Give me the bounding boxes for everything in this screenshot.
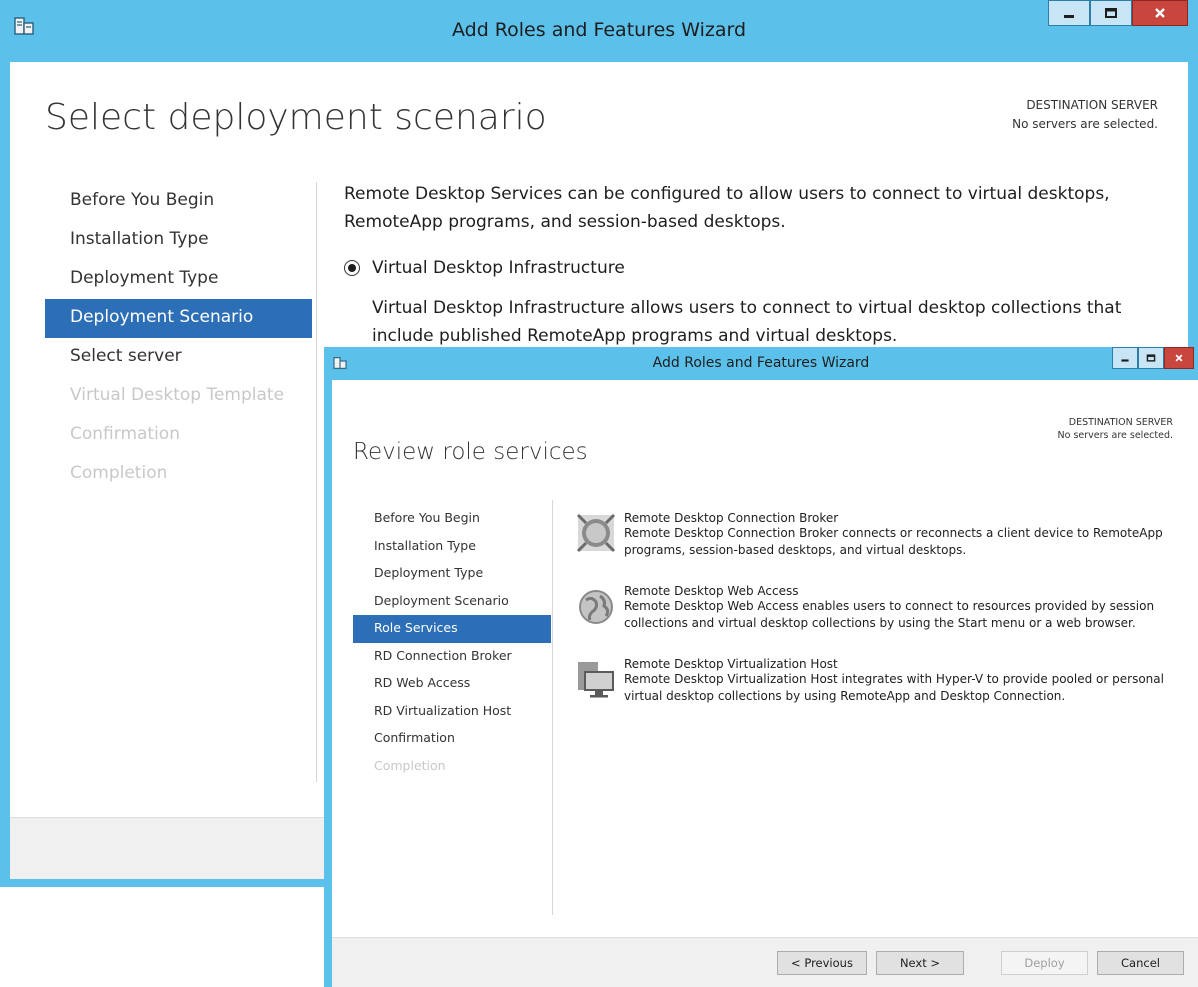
- role-description: Remote Desktop Connection Broker connect…: [624, 526, 1163, 557]
- role-connection-broker: Remote Desktop Connection Broker Remote …: [576, 511, 1196, 584]
- nav-item-rd-virtualization-host[interactable]: RD Virtualization Host: [353, 698, 551, 726]
- nav-item-deployment-scenario[interactable]: Deployment Scenario: [353, 588, 551, 616]
- destination-server: DESTINATION SERVER No servers are select…: [1058, 416, 1173, 442]
- intro-text: Remote Desktop Services can be configure…: [344, 184, 1110, 232]
- vdi-radio[interactable]: [344, 260, 360, 276]
- nav-item-installation-type[interactable]: Installation Type: [45, 221, 312, 260]
- role-virtualization-host: Remote Desktop Virtualization Host Remot…: [576, 657, 1196, 730]
- close-icon: [1155, 8, 1165, 18]
- destination-value: No servers are selected.: [1012, 117, 1158, 131]
- virtualization-host-icon: [578, 662, 614, 698]
- nav-item-virtual-desktop-template: Virtual Desktop Template: [70, 385, 285, 405]
- nav-item-confirmation[interactable]: Confirmation: [353, 725, 551, 753]
- role-description: Remote Desktop Virtualization Host integ…: [624, 672, 1164, 703]
- nav-item-rd-connection-broker[interactable]: RD Connection Broker: [353, 643, 551, 671]
- minimize-icon: [1064, 15, 1074, 18]
- wizard-nav: Before You Begin Installation Type Deploym…: [353, 505, 551, 780]
- minimize-icon: [1121, 359, 1129, 362]
- web-access-globe-icon: [579, 590, 613, 624]
- nav-item-installation-type[interactable]: Installation Type: [353, 533, 551, 561]
- scenario-content: Remote Desktop Services can be configure…: [344, 180, 1164, 350]
- destination-value: No servers are selected.: [1057, 430, 1173, 441]
- role-web-access: Remote Desktop Web Access Remote Desktop…: [576, 584, 1196, 657]
- nav-item-deployment-type[interactable]: Deployment Type: [353, 560, 551, 588]
- destination-label: DESTINATION SERVER: [1068, 417, 1173, 428]
- role-name: Remote Desktop Web Access: [624, 584, 799, 598]
- vdi-option[interactable]: Virtual Desktop Infrastructure: [344, 254, 1164, 282]
- maximize-button[interactable]: [1138, 347, 1164, 369]
- nav-divider: [316, 182, 317, 782]
- nav-item-before-you-begin[interactable]: Before You Begin: [45, 182, 312, 221]
- nav-item-completion: Completion: [70, 463, 168, 483]
- destination-server: DESTINATION SERVER No servers are select…: [1012, 96, 1158, 134]
- minimize-button[interactable]: [1112, 347, 1138, 369]
- nav-item-select-server[interactable]: Select server: [45, 338, 312, 377]
- window-title: Add Roles and Features Wizard: [652, 355, 870, 371]
- nav-item-rd-web-access[interactable]: RD Web Access: [353, 670, 551, 698]
- vdi-option-description: Virtual Desktop Infrastructure allows us…: [372, 298, 1122, 346]
- minimize-button[interactable]: [1048, 0, 1090, 26]
- title-bar[interactable]: Add Roles and Features Wizard: [324, 347, 1198, 380]
- nav-item-completion: Completion: [374, 757, 446, 773]
- maximize-button[interactable]: [1090, 0, 1132, 26]
- wizard-nav: Before You Begin Installation Type Deploym…: [45, 182, 312, 494]
- wizard-client-area: Review role services DESTINATION SERVER …: [332, 380, 1198, 987]
- title-bar[interactable]: Add Roles and Features Wizard: [0, 0, 1198, 62]
- nav-item-role-services[interactable]: Role Services: [353, 615, 551, 643]
- cancel-button[interactable]: Cancel: [1097, 951, 1184, 975]
- close-icon: [1175, 354, 1183, 362]
- radio-selected-dot: [348, 264, 356, 272]
- previous-button[interactable]: < Previous: [777, 951, 867, 975]
- page-title: Review role services: [353, 439, 588, 465]
- page-title: Select deployment scenario: [45, 97, 547, 138]
- close-button[interactable]: [1132, 0, 1188, 26]
- role-services-list: Remote Desktop Connection Broker Remote …: [576, 511, 1196, 730]
- maximize-icon: [1105, 8, 1117, 18]
- role-name: Remote Desktop Connection Broker: [624, 511, 839, 525]
- role-name: Remote Desktop Virtualization Host: [624, 657, 838, 671]
- window-title: Add Roles and Features Wizard: [451, 19, 747, 41]
- maximize-icon: [1146, 354, 1156, 362]
- nav-item-deployment-scenario[interactable]: Deployment Scenario: [45, 299, 312, 338]
- nav-divider: [552, 500, 553, 915]
- destination-label: DESTINATION SERVER: [1026, 98, 1158, 112]
- connection-broker-icon: [576, 513, 616, 553]
- nav-item-confirmation: Confirmation: [70, 424, 180, 444]
- nav-item-before-you-begin[interactable]: Before You Begin: [353, 505, 551, 533]
- role-description: Remote Desktop Web Access enables users …: [624, 599, 1155, 630]
- next-button[interactable]: Next >: [876, 951, 964, 975]
- nav-item-deployment-type[interactable]: Deployment Type: [45, 260, 312, 299]
- vdi-option-label: Virtual Desktop Infrastructure: [372, 258, 625, 278]
- close-button[interactable]: [1164, 347, 1194, 369]
- wizard-footer: < Previous Next > Deploy Cancel: [332, 937, 1198, 987]
- deploy-button[interactable]: Deploy: [1001, 951, 1088, 975]
- wizard-window-front: Add Roles and Features Wizard Review rol…: [324, 347, 1198, 987]
